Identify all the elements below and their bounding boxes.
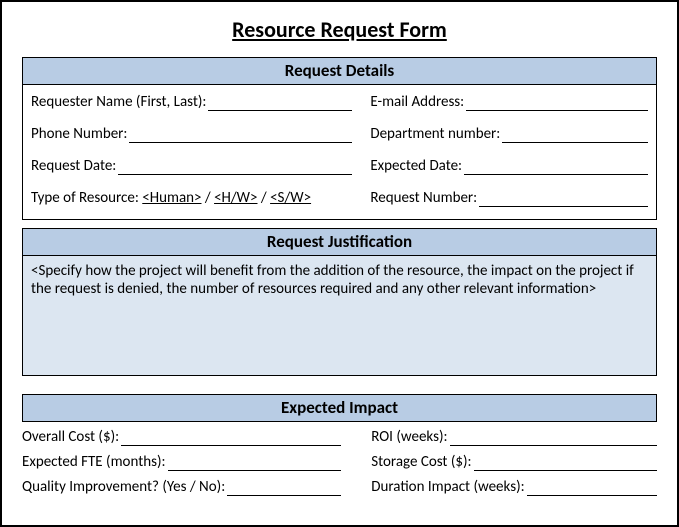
blank-dept[interactable] bbox=[502, 127, 648, 143]
label-request-date: Request Date: bbox=[31, 157, 116, 175]
section-body-justification[interactable]: <Specify how the project will benefit fr… bbox=[22, 256, 657, 376]
label-roi: ROI (weeks): bbox=[371, 428, 447, 446]
section-header-impact: Expected Impact bbox=[22, 394, 657, 422]
justification-placeholder: <Specify how the project will benefit fr… bbox=[31, 262, 634, 298]
label-expected-date: Expected Date: bbox=[370, 157, 462, 175]
blank-duration[interactable] bbox=[527, 480, 657, 496]
blank-requester-name[interactable] bbox=[208, 95, 352, 111]
label-requester-name: Requester Name (First, Last): bbox=[31, 93, 206, 111]
blank-email[interactable] bbox=[466, 95, 648, 111]
label-dept: Department number: bbox=[370, 125, 500, 143]
blank-quality[interactable] bbox=[227, 480, 341, 496]
label-request-number: Request Number: bbox=[370, 189, 477, 207]
form-page: Resource Request Form Request Details Re… bbox=[0, 0, 679, 527]
section-header-details: Request Details bbox=[22, 57, 657, 85]
label-phone: Phone Number: bbox=[31, 125, 127, 143]
section-header-justification: Request Justification bbox=[22, 228, 657, 256]
blank-overall-cost[interactable] bbox=[121, 430, 341, 446]
type-option-sw[interactable]: <S/W> bbox=[270, 189, 311, 207]
blank-storage-cost[interactable] bbox=[474, 455, 657, 471]
blank-request-number[interactable] bbox=[479, 191, 648, 207]
type-option-human[interactable]: <Human> bbox=[142, 189, 201, 207]
blank-phone[interactable] bbox=[129, 127, 352, 143]
blank-expected-fte[interactable] bbox=[168, 455, 342, 471]
label-email: E-mail Address: bbox=[370, 93, 464, 111]
blank-roi[interactable] bbox=[450, 430, 657, 446]
blank-request-date[interactable] bbox=[118, 159, 352, 175]
form-title: Resource Request Form bbox=[22, 16, 657, 43]
label-storage-cost: Storage Cost ($): bbox=[371, 453, 471, 471]
label-quality: Quality Improvement? (Yes / No): bbox=[22, 478, 225, 496]
section-body-details: Requester Name (First, Last): E-mail Add… bbox=[22, 85, 657, 220]
section-body-impact: Overall Cost ($): ROI (weeks): Expected … bbox=[22, 422, 657, 496]
type-option-hw[interactable]: <H/W> bbox=[214, 189, 257, 207]
blank-expected-date[interactable] bbox=[464, 159, 648, 175]
label-duration: Duration Impact (weeks): bbox=[371, 478, 524, 496]
label-expected-fte: Expected FTE (months): bbox=[22, 453, 166, 471]
label-type: Type of Resource: <Human> / <H/W> / <S/W… bbox=[31, 189, 311, 207]
label-overall-cost: Overall Cost ($): bbox=[22, 428, 119, 446]
